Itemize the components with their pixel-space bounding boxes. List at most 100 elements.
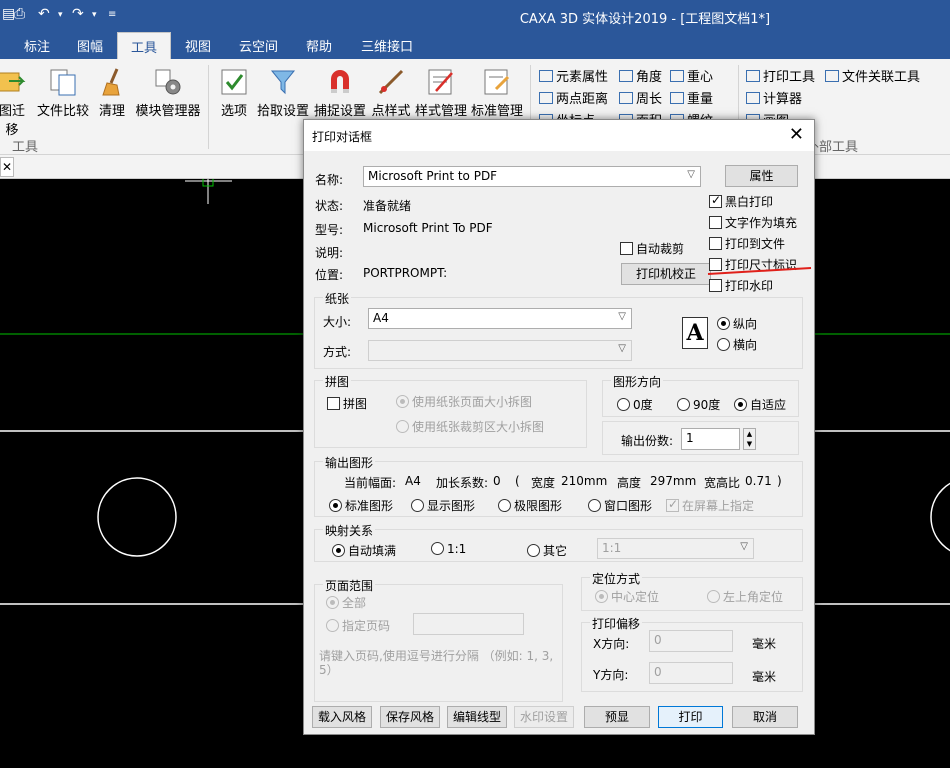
file-association-tools-button[interactable]: 文件关联工具 [825, 66, 920, 85]
specify-on-screen-checkbox[interactable]: 在屏幕上指定 [666, 497, 754, 514]
tile-by-crop-radio[interactable]: 使用纸张裁剪区大小拆图 [396, 418, 544, 435]
print-tools-button[interactable]: 打印工具 [746, 66, 815, 85]
current-sheet-label: 当前幅面: [344, 476, 397, 490]
printer-select[interactable]: Microsoft Print to PDF ▽ [363, 166, 701, 187]
properties-button[interactable]: 属性 [725, 165, 798, 187]
watermark-settings-button[interactable]: 水印设置 [514, 706, 574, 728]
standard-figure-radio[interactable]: 标准图形 [329, 497, 393, 514]
y-offset-input[interactable]: 0 [649, 662, 733, 684]
paper-source-select[interactable]: ▽ [368, 340, 632, 361]
centroid-button[interactable]: 重心 [670, 66, 713, 85]
preview-button[interactable]: 预显 [584, 706, 650, 728]
print-watermark-checkbox[interactable]: 打印水印 [709, 277, 773, 294]
printer-name-label: 名称: [315, 173, 344, 187]
red-annotation-underline [707, 267, 812, 275]
printer-icon [746, 70, 760, 82]
options-button[interactable]: 选项 [219, 67, 249, 119]
snap-settings-button[interactable]: 捕捉设置 [313, 67, 367, 119]
print-button[interactable]: 打印 [658, 706, 723, 728]
module-manager-button[interactable]: 模块管理器 [135, 67, 201, 119]
chevron-down-icon: ▽ [618, 343, 626, 354]
save-style-button[interactable]: 保存风格 [380, 706, 440, 728]
chevron-up-icon[interactable]: ▲ [747, 430, 752, 438]
style-manager-button[interactable]: 样式管理 [414, 67, 468, 119]
migrate-icon [0, 67, 27, 97]
all-pages-radio[interactable]: 全部 [326, 594, 366, 611]
portrait-radio[interactable]: 纵向 [717, 315, 757, 332]
file-compare-button[interactable]: 文件比较 [36, 67, 90, 119]
element-properties-button[interactable]: 元素属性 [539, 66, 608, 85]
angle-button[interactable]: 角度 [619, 66, 662, 85]
limit-figure-radio[interactable]: 极限图形 [498, 497, 562, 514]
perimeter-button[interactable]: 周长 [619, 88, 662, 107]
type-label: 型号: [315, 223, 344, 237]
tab-cloud[interactable]: 云空间 [239, 36, 278, 55]
x-offset-input[interactable]: 0 [649, 630, 733, 652]
aspect-ratio-label: 宽高比 [704, 476, 741, 490]
other-scale-radio[interactable]: 其它 [527, 542, 567, 559]
angle-icon [619, 70, 633, 82]
landscape-radio[interactable]: 横向 [717, 336, 757, 353]
purge-button[interactable]: 清理 [97, 67, 127, 119]
paper-size-select[interactable]: A4 ▽ [368, 308, 632, 329]
tab-3d-interface[interactable]: 三维接口 [361, 36, 413, 55]
close-icon[interactable]: ✕ [789, 124, 804, 145]
tab-sheet[interactable]: 图幅 [77, 36, 103, 55]
calculator-icon [746, 92, 760, 104]
top-left-position-radio[interactable]: 左上角定位 [707, 588, 783, 605]
calculator-button[interactable]: 计算器 [746, 88, 802, 107]
chevron-down-icon[interactable]: ▼ [747, 440, 752, 448]
edit-linetype-button[interactable]: 编辑线型 [447, 706, 507, 728]
tile-group: 拼图 [314, 373, 587, 448]
tab-annotation[interactable]: 标注 [24, 36, 50, 55]
two-point-distance-button[interactable]: 两点距离 [539, 88, 608, 107]
tab-view[interactable]: 视图 [185, 36, 211, 55]
y-offset-unit: 毫米 [752, 670, 777, 684]
copies-label: 输出份数: [621, 434, 674, 448]
direction-90-radio[interactable]: 90度 [677, 396, 720, 413]
close-document-icon[interactable]: ✕ [0, 157, 14, 177]
tile-by-page-radio[interactable]: 使用纸张页面大小拆图 [396, 393, 532, 410]
page-orientation-icon: A [682, 317, 708, 349]
dialog-title: 打印对话框 [312, 130, 373, 144]
tile-checkbox[interactable]: 拼图 [327, 395, 367, 412]
copies-input[interactable]: 1 [681, 428, 740, 450]
direction-auto-radio[interactable]: 自适应 [734, 396, 786, 413]
point-style-button[interactable]: 点样式 [370, 67, 412, 119]
tab-help[interactable]: 帮助 [306, 36, 332, 55]
window-figure-radio[interactable]: 窗口图形 [588, 497, 652, 514]
width-value: 210mm [561, 474, 608, 488]
title-bar: ▤ ⎙ ↶ ▾ ↷ ▾ ≡ CAXA 3D 实体设计2019 - [工程图文档1… [0, 0, 950, 32]
load-style-button[interactable]: 载入风格 [312, 706, 372, 728]
tab-tools[interactable]: 工具 [117, 32, 172, 59]
standard-manager-button[interactable]: 标准管理 [470, 67, 524, 119]
width-label: 宽度 [531, 476, 556, 490]
page-numbers-input[interactable] [413, 613, 524, 635]
center-position-radio[interactable]: 中心定位 [595, 588, 659, 605]
display-figure-radio[interactable]: 显示图形 [411, 497, 475, 514]
location-label: 位置: [315, 268, 344, 282]
bw-print-checkbox[interactable]: 黑白打印 [709, 193, 773, 210]
migrate-button[interactable]: 图迁移 [0, 67, 30, 138]
scale-select[interactable]: 1:1 ▽ [597, 538, 754, 559]
one-to-one-radio[interactable]: 1:1 [431, 542, 466, 556]
auto-fill-radio[interactable]: 自动填满 [332, 542, 396, 559]
cancel-button[interactable]: 取消 [732, 706, 798, 728]
copies-spinner[interactable]: ▲ ▼ [743, 428, 756, 450]
text-as-fill-checkbox[interactable]: 文字作为填充 [709, 214, 797, 231]
auto-crop-checkbox[interactable]: 自动裁剪 [620, 240, 684, 257]
print-to-file-checkbox[interactable]: 打印到文件 [709, 235, 785, 252]
chevron-down-icon: ▽ [687, 169, 695, 180]
y-offset-label: Y方向: [593, 668, 629, 682]
element-properties-icon [539, 70, 553, 82]
ribbon-separator [208, 65, 209, 149]
point-style-icon [376, 67, 406, 97]
pick-settings-button[interactable]: 拾取设置 [256, 67, 310, 119]
broom-icon [97, 67, 127, 97]
specify-pages-radio[interactable]: 指定页码 [326, 617, 390, 634]
direction-0-radio[interactable]: 0度 [617, 396, 653, 413]
weight-button[interactable]: 重量 [670, 88, 713, 107]
chevron-down-icon: ▽ [618, 311, 626, 322]
extension-factor-value: 0 [493, 474, 501, 488]
printer-calibrate-button[interactable]: 打印机校正 [621, 263, 711, 285]
